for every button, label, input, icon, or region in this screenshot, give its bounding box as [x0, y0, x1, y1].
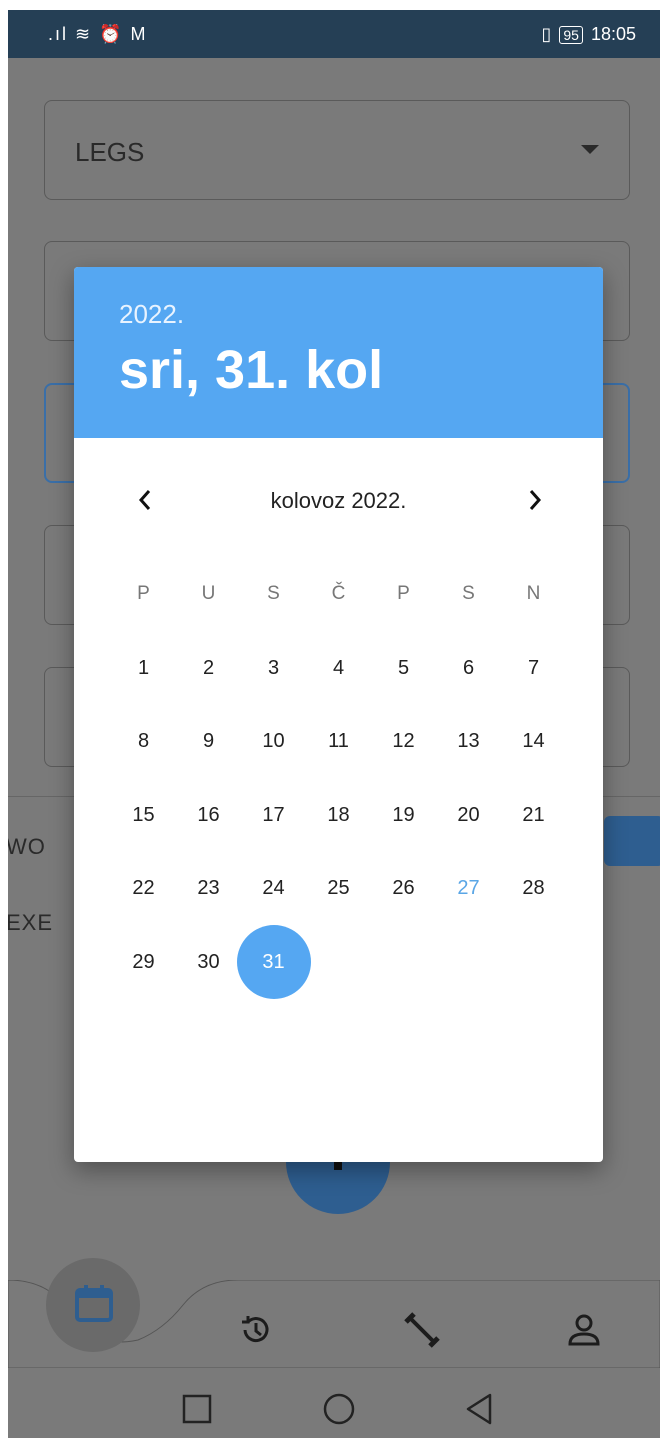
day-number: 21: [522, 803, 545, 826]
day-cell[interactable]: 4: [306, 631, 371, 705]
day-cell[interactable]: 24: [241, 851, 306, 925]
day-number: 26: [392, 877, 415, 900]
day-cell[interactable]: 14: [501, 704, 566, 778]
status-icons-right: ▯ 95 18:05: [541, 24, 636, 45]
day-cell[interactable]: 18: [306, 778, 371, 852]
day-cell[interactable]: 15: [111, 778, 176, 852]
vibrate-icon: ▯: [541, 24, 552, 44]
day-cell[interactable]: 13: [436, 704, 501, 778]
day-number: 14: [522, 730, 545, 753]
day-cell[interactable]: 8: [111, 704, 176, 778]
day-number: 17: [262, 803, 285, 826]
muscle-group-value: LEGS: [75, 137, 145, 167]
date-picker-header: 2022. sri, 31. kol: [74, 267, 603, 438]
day-number: 24: [262, 877, 285, 900]
nav-calendar[interactable]: [46, 1258, 140, 1352]
day-number: 30: [197, 951, 220, 973]
weekday-header: Č: [331, 583, 346, 604]
day-cell[interactable]: 11: [306, 704, 371, 778]
day-cell[interactable]: 23: [176, 851, 241, 925]
home-icon[interactable]: [322, 1392, 356, 1426]
day-number: 7: [527, 656, 540, 679]
day-number: 3: [267, 656, 280, 679]
status-bar: .ıl ≋ ⏰ M ▯ 95 18:05: [8, 10, 660, 58]
muscle-group-select[interactable]: LEGS: [44, 100, 630, 200]
day-number: 13: [457, 730, 480, 753]
day-selected[interactable]: 31: [237, 925, 311, 999]
day-number: 20: [457, 803, 480, 826]
day-cell[interactable]: 29: [111, 925, 176, 999]
day-number: 19: [392, 803, 415, 826]
history-icon[interactable]: [238, 1312, 274, 1348]
day-cell[interactable]: 27: [436, 851, 501, 925]
day-cell[interactable]: 6: [436, 631, 501, 705]
day-cell[interactable]: 7: [501, 631, 566, 705]
day-number: 8: [137, 730, 150, 753]
day-number: 31: [262, 951, 285, 973]
day-number: 2: [202, 656, 215, 679]
system-nav-bar: [8, 1368, 660, 1438]
exercise-label: EXE: [8, 910, 54, 935]
day-number: 25: [327, 877, 350, 900]
day-number: 6: [462, 656, 475, 679]
day-cell[interactable]: 30: [176, 925, 241, 999]
next-month-icon[interactable]: [520, 485, 550, 515]
selected-date: sri, 31. kol: [119, 340, 384, 400]
day-cell[interactable]: 20: [436, 778, 501, 852]
weekday-header: S: [267, 583, 280, 604]
weekday-header: P: [137, 583, 150, 604]
day-number: 18: [327, 803, 350, 826]
day-cell[interactable]: 2: [176, 631, 241, 705]
weekday-header: S: [462, 583, 475, 604]
day-number: 22: [132, 877, 155, 900]
day-number: 4: [332, 656, 345, 679]
day-cell[interactable]: 22: [111, 851, 176, 925]
date-picker-dialog: 2022. sri, 31. kol kolovoz 2022. PUSČPSN…: [74, 267, 603, 1162]
selected-year[interactable]: 2022.: [119, 299, 184, 330]
chevron-down-icon: [581, 145, 599, 154]
day-number: 11: [328, 730, 349, 753]
day-number: 27: [457, 877, 480, 900]
profile-icon[interactable]: [566, 1312, 602, 1348]
day-number: 10: [262, 730, 285, 753]
day-cell[interactable]: 1: [111, 631, 176, 705]
day-cell[interactable]: 17: [241, 778, 306, 852]
day-cell[interactable]: 26: [371, 851, 436, 925]
day-cell[interactable]: 19: [371, 778, 436, 852]
day-cell[interactable]: 10: [241, 704, 306, 778]
weekday-header: U: [201, 583, 216, 604]
day-number: 16: [197, 803, 220, 826]
day-cell[interactable]: 16: [176, 778, 241, 852]
day-cell[interactable]: 28: [501, 851, 566, 925]
weekday-header: N: [526, 583, 541, 604]
day-cell[interactable]: 12: [371, 704, 436, 778]
day-cell[interactable]: 25: [306, 851, 371, 925]
day-number: 12: [392, 730, 415, 753]
workout-button[interactable]: [604, 816, 660, 866]
dumbbell-icon[interactable]: [402, 1310, 442, 1350]
recents-icon[interactable]: [182, 1394, 212, 1424]
day-number: 1: [137, 656, 150, 679]
day-cell[interactable]: 5: [371, 631, 436, 705]
day-cell[interactable]: 9: [176, 704, 241, 778]
day-number: 9: [202, 730, 215, 753]
weekday-header: P: [397, 583, 410, 604]
day-number: 29: [132, 951, 155, 973]
day-number: 23: [197, 877, 220, 900]
battery-icon: 95: [559, 25, 583, 44]
day-cell[interactable]: 21: [501, 778, 566, 852]
day-cell[interactable]: 3: [241, 631, 306, 705]
day-number: 15: [132, 803, 155, 826]
day-number: 5: [397, 656, 410, 679]
status-icons-left: .ıl ≋ ⏰ M: [48, 24, 148, 44]
workout-label: WO: [8, 834, 46, 859]
clock: 18:05: [590, 24, 636, 44]
day-number: 28: [522, 877, 545, 900]
back-icon[interactable]: [464, 1392, 494, 1426]
calendar-icon: [75, 1285, 113, 1322]
